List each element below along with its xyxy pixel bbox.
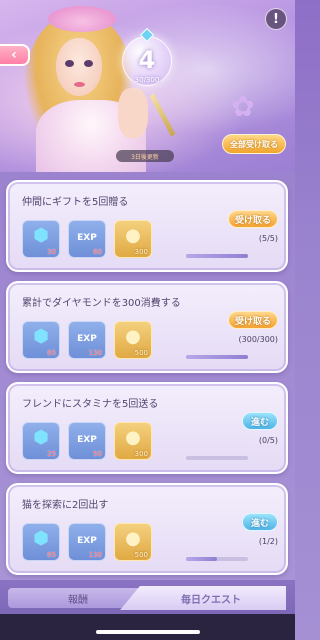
coin-icon: ●: [125, 427, 141, 448]
exclamation-icon: !: [273, 11, 279, 27]
info-button[interactable]: !: [265, 8, 287, 30]
reward-item: ⬢ 30: [22, 220, 60, 258]
go-button[interactable]: 進む: [242, 513, 278, 531]
gem-icon: ⬢: [33, 427, 49, 448]
progress-text: (5/5): [258, 234, 278, 243]
flower-decoration-icon: ✿: [231, 90, 255, 123]
character-face: [56, 38, 102, 96]
reward-quantity: 50: [93, 450, 102, 458]
quest-card: 仲間にギフトを5回贈る ⬢ 30 EXP 60 ● 300 受け取る (5/5): [6, 180, 288, 272]
quest-title: 仲間にギフトを5回贈る: [22, 197, 129, 208]
progress-bar: [186, 456, 248, 460]
progress-fill: [186, 355, 248, 359]
reward-item: ⬢ 65: [22, 523, 60, 561]
claim-button[interactable]: 受け取る: [228, 210, 278, 228]
quest-card: 累計でダイヤモンドを300消費する ⬢ 65 EXP 130 ● 500 受け取…: [6, 281, 288, 373]
reward-item: ⬢ 65: [22, 321, 60, 359]
reward-quantity: 500: [134, 551, 148, 559]
reward-item: ● 300: [114, 422, 152, 460]
exp-icon: EXP: [77, 334, 97, 344]
reward-item: EXP 60: [68, 220, 106, 258]
reward-quantity: 60: [93, 248, 102, 256]
quest-card: 猫を探索に2回出す ⬢ 65 EXP 130 ● 500 進む (1/2): [6, 483, 288, 575]
progress-bar: [186, 254, 248, 258]
wand-handle: [149, 93, 176, 137]
reward-item: ● 500: [114, 523, 152, 561]
reward-item: EXP 50: [68, 422, 106, 460]
reward-item: EXP 130: [68, 523, 106, 561]
progress-text: (300/300): [238, 335, 278, 344]
reward-item: ● 300: [114, 220, 152, 258]
gem-icon: ⬢: [33, 326, 49, 347]
reward-item: ⬢ 25: [22, 422, 60, 460]
quest-title: 累計でダイヤモンドを300消費する: [22, 298, 181, 309]
reward-item: EXP 130: [68, 321, 106, 359]
progress-fill: [186, 254, 248, 258]
reward-quantity: 500: [134, 349, 148, 357]
go-button[interactable]: 進む: [242, 412, 278, 430]
tab-bar: 報酬 毎日クエスト: [0, 580, 295, 614]
character-eye: [65, 60, 74, 67]
reward-quantity: 65: [47, 551, 56, 559]
claim-all-button[interactable]: 全部受け取る: [222, 134, 286, 154]
quest-card: フレンドにスタミナを5回送る ⬢ 25 EXP 50 ● 300 進む (0/5…: [6, 382, 288, 474]
character-eye: [84, 60, 93, 67]
reward-quantity: 300: [134, 248, 148, 256]
refresh-timer-badge: 3日後更新: [116, 150, 174, 162]
chevron-left-icon: ‹: [11, 47, 17, 63]
reward-quantity: 25: [47, 450, 56, 458]
bottom-strip: [0, 614, 295, 640]
progress-bar: [186, 557, 248, 561]
character-lips: [74, 82, 85, 87]
quest-title: 猫を探索に2回出す: [22, 500, 109, 511]
reward-quantity: 65: [47, 349, 56, 357]
back-button[interactable]: ‹: [0, 44, 30, 66]
hair-bow: [48, 6, 116, 32]
progress-text: (1/2): [258, 537, 278, 546]
quest-list: 仲間にギフトを5回贈る ⬢ 30 EXP 60 ● 300 受け取る (5/5)…: [0, 172, 295, 580]
reward-quantity: 130: [88, 551, 102, 559]
coin-icon: ●: [125, 528, 141, 549]
quest-title: フレンドにスタミナを5回送る: [22, 399, 159, 410]
coin-icon: ●: [125, 326, 141, 347]
progress-bar: [186, 355, 248, 359]
bubble-count: 30/300: [134, 76, 160, 84]
exp-icon: EXP: [77, 233, 97, 243]
reward-quantity: 300: [134, 450, 148, 458]
claim-button[interactable]: 受け取る: [228, 311, 278, 329]
home-indicator[interactable]: [96, 630, 200, 634]
gem-icon: ⬢: [33, 225, 49, 246]
bubble-level: 4: [138, 46, 156, 74]
exp-icon: EXP: [77, 435, 97, 445]
tab-daily-quests[interactable]: 毎日クエスト: [120, 586, 286, 610]
character-arm: [118, 88, 148, 138]
reward-item: ● 500: [114, 321, 152, 359]
banner: ✿ 4 30/300 ‹ ! 3日後更新 全部受け取る: [0, 0, 295, 172]
gem-icon: ⬢: [33, 528, 49, 549]
exp-icon: EXP: [77, 536, 97, 546]
progress-fill: [186, 557, 217, 561]
reward-quantity: 30: [47, 248, 56, 256]
reward-quantity: 130: [88, 349, 102, 357]
progress-text: (0/5): [258, 436, 278, 445]
coin-icon: ●: [125, 225, 141, 246]
